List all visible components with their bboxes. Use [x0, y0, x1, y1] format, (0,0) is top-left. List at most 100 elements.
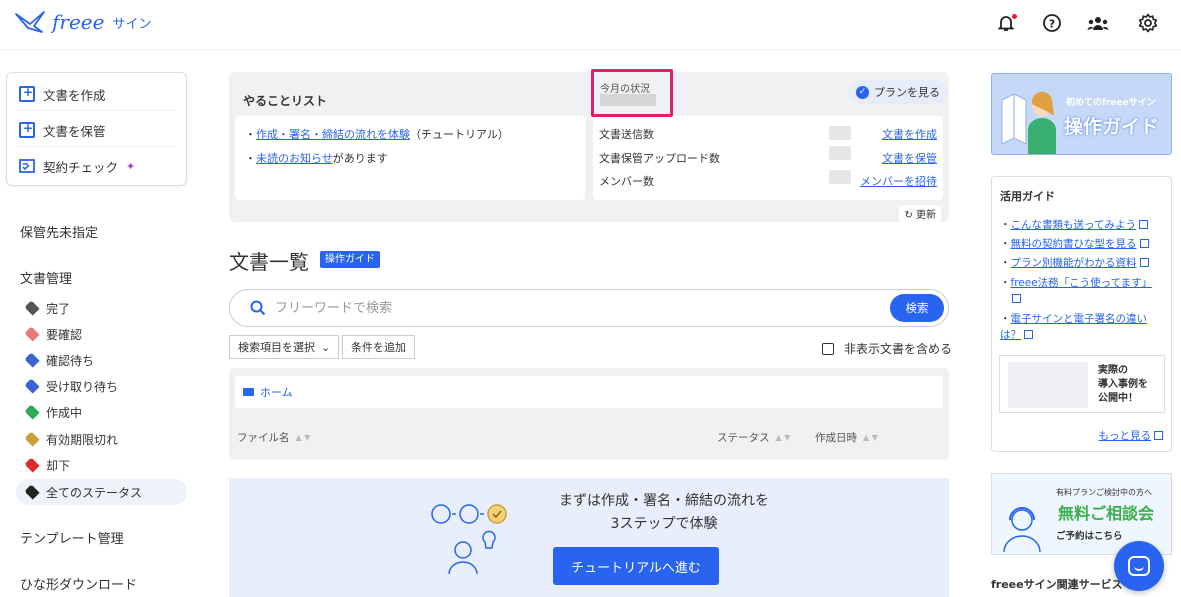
- e-sign-difference-link[interactable]: 電子サインと電子署名の違いは？: [1000, 313, 1147, 341]
- status-tag-icon: [26, 303, 38, 313]
- select-search-items-label: 検索項目を選択: [238, 341, 315, 354]
- see-more-link[interactable]: もっと見る: [1099, 428, 1163, 443]
- template-management-link[interactable]: テンプレート管理: [20, 528, 124, 547]
- external-link-icon: [1024, 330, 1033, 339]
- tutorial-illustration: [431, 504, 507, 575]
- search-icon: [250, 300, 266, 316]
- status-filter-item[interactable]: 却下: [26, 455, 70, 475]
- usage-guide-title: 活用ガイド: [1000, 190, 1055, 203]
- chat-support-button[interactable]: [1114, 541, 1164, 591]
- home-folder-row[interactable]: ホーム: [235, 376, 943, 408]
- column-header-created[interactable]: 作成日時 ▲ ▼: [815, 430, 878, 445]
- stat-label-sent: 文書送信数: [599, 128, 654, 141]
- select-search-items-dropdown[interactable]: 検索項目を選択 ⌄: [229, 335, 340, 359]
- status-tag-icon: [26, 329, 38, 339]
- view-plan-button[interactable]: ✓ プランを見る: [848, 80, 948, 104]
- guide-link-2: ・無料の契約書ひな型を見る: [1000, 236, 1166, 252]
- contract-check-button[interactable]: 契約チェック ✦: [19, 153, 135, 179]
- column-header-filename[interactable]: ファイル名 ▲ ▼: [237, 430, 310, 445]
- operation-guide-banner[interactable]: 初めてのfreeeサイン 操作ガイド: [991, 73, 1172, 155]
- tutorial-banner: まずは作成・署名・締結の流れを 3ステップで体験 チュートリアルへ進む: [229, 478, 949, 597]
- status-header-label: ステータス: [717, 432, 770, 444]
- storage-unspecified-link[interactable]: 保管先未指定: [20, 222, 98, 241]
- operation-guide-badge[interactable]: 操作ガイド: [320, 251, 380, 268]
- create-document-button[interactable]: 文書を作成: [19, 81, 106, 107]
- tutorial-link[interactable]: 作成・署名・締結の流れを体験: [256, 128, 410, 141]
- status-tag-icon: [26, 487, 38, 497]
- stat-label-members: メンバー数: [599, 175, 654, 188]
- search-button[interactable]: 検索: [890, 294, 944, 322]
- status-filter-item[interactable]: 確認待ち: [26, 350, 94, 370]
- case-study-thumbnail: [1008, 362, 1088, 408]
- create-menu: 文書を作成 文書を保管 契約チェック ✦: [6, 72, 187, 186]
- add-condition-button[interactable]: 条件を追加: [342, 335, 415, 359]
- notification-dot: [1012, 14, 1017, 19]
- guide-woman-illustration: [1001, 91, 1056, 154]
- dashboard-panel: やることリスト ・作成・署名・締結の流れを体験（チュートリアル） ・未読のお知ら…: [229, 72, 949, 222]
- usage-guide-box: 活用ガイド ・こんな書類も送ってみよう ・無料の契約書ひな型を見る ・プラン別機…: [991, 176, 1172, 452]
- related-services-heading: freeeサイン関連サービス: [991, 578, 1123, 591]
- status-filter-label: 有効期限切れ: [46, 432, 119, 447]
- column-header-status[interactable]: ステータス ▲ ▼: [717, 430, 790, 445]
- template-download-link[interactable]: ひな形ダウンロード: [20, 574, 137, 593]
- freee-legal-link[interactable]: freee法務「こう使ってます」: [1011, 277, 1153, 289]
- sort-icon: ▲ ▼: [775, 433, 791, 442]
- free-templates-link[interactable]: 無料の契約書ひな型を見る: [1011, 238, 1137, 250]
- stat-value-redacted: [829, 170, 851, 184]
- view-plan-label: プランを見る: [874, 86, 940, 99]
- app-header: freee サイン ?: [0, 0, 1181, 50]
- members-icon[interactable]: [1087, 12, 1109, 34]
- chat-icon: [1128, 556, 1150, 576]
- todo-list: ・作成・署名・締結の流れを体験（チュートリアル） ・未読のお知らせがあります: [235, 116, 585, 200]
- store-document-icon: [19, 121, 35, 138]
- status-tag-icon: [26, 407, 38, 417]
- status-filter-item[interactable]: 有効期限切れ: [26, 429, 118, 449]
- create-document-link[interactable]: 文書を作成: [882, 126, 937, 142]
- refresh-button[interactable]: ↻ 更新: [899, 205, 941, 222]
- tutorial-line2: 3ステップで体験: [610, 516, 718, 532]
- tutorial-suffix: （チュートリアル）: [410, 128, 509, 141]
- stat-value-redacted: [829, 126, 851, 140]
- guide-link-4: ・freee法務「こう使ってます」: [1000, 275, 1166, 307]
- home-folder-label: ホーム: [260, 386, 293, 399]
- send-documents-link[interactable]: こんな書類も送ってみよう: [1011, 219, 1136, 231]
- support-person-illustration: [1003, 507, 1041, 552]
- store-document-button[interactable]: 文書を保管: [19, 117, 106, 143]
- external-link-icon: [1139, 239, 1149, 248]
- help-icon[interactable]: ?: [1041, 12, 1063, 34]
- status-filter-label: 完了: [46, 301, 71, 316]
- consult-reserve-link[interactable]: ご予約はこちら: [1056, 528, 1123, 542]
- status-filter-label: 要確認: [46, 327, 83, 342]
- bell-icon[interactable]: [995, 12, 1017, 34]
- consult-small-text: 有料プランご検討中の方へ: [1056, 488, 1152, 497]
- search-input[interactable]: [275, 298, 875, 318]
- stat-value-redacted: [829, 146, 851, 160]
- store-document-link[interactable]: 文書を保管: [882, 150, 937, 166]
- status-filter-item[interactable]: 要確認: [26, 324, 82, 344]
- check-badge-icon: ✓: [856, 85, 869, 99]
- refresh-label: 更新: [916, 210, 936, 221]
- include-hidden-toggle: 非表示文書を含める: [822, 340, 952, 357]
- status-filter-item[interactable]: 完了: [26, 298, 70, 318]
- status-filter-item[interactable]: 全てのステータス: [26, 482, 142, 502]
- guide-banner-title: 操作ガイド: [1064, 116, 1160, 138]
- folder-icon: [243, 388, 254, 396]
- status-tag-icon: [26, 355, 38, 365]
- todo-item-notice: ・未読のお知らせがあります: [245, 152, 388, 165]
- status-filter-item[interactable]: 作成中: [26, 402, 82, 422]
- sort-icon: ▲ ▼: [863, 433, 878, 442]
- invite-member-link[interactable]: メンバーを招待: [860, 173, 937, 189]
- plan-features-link[interactable]: プラン別機能がわかる資料: [1011, 257, 1137, 269]
- sparkle-icon: ✦: [126, 159, 136, 173]
- status-filter-item[interactable]: 受け取り待ち: [26, 376, 118, 396]
- guide-link-1: ・こんな書類も送ってみよう: [1000, 217, 1166, 233]
- svg-text:?: ?: [1049, 18, 1055, 31]
- include-hidden-checkbox[interactable]: [822, 342, 834, 355]
- start-tutorial-button[interactable]: チュートリアルへ進む: [553, 547, 719, 585]
- gear-icon[interactable]: [1137, 12, 1159, 34]
- case-study-banner[interactable]: 実際の 導入事例を 公開中！: [999, 355, 1165, 413]
- unread-notice-link[interactable]: 未読のお知らせ: [256, 152, 333, 165]
- contract-check-icon: [19, 159, 35, 173]
- freee-sign-logo[interactable]: freee サイン: [14, 10, 152, 34]
- status-filter-label: 確認待ち: [46, 353, 95, 368]
